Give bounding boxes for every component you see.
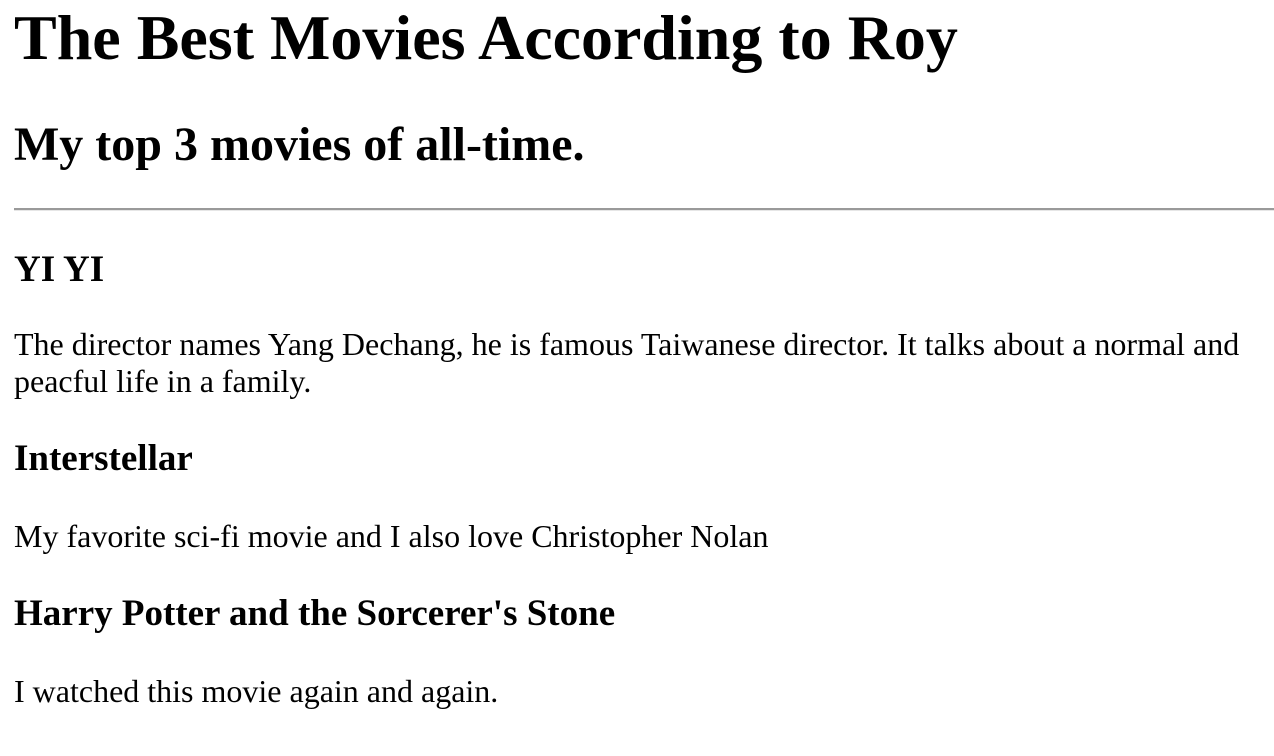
movie-description-harry-potter: I watched this movie again and again. [14,672,499,709]
page-title: The Best Movies According to Roy [14,2,958,73]
movie-description-yi-yi: The director names Yang Dechang, he is f… [14,326,1240,400]
movie-list: YI YI The director names Yang Dechang, h… [14,249,1274,710]
page-subtitle: My top 3 movies of all-time. [14,117,585,171]
divider [14,207,1274,211]
movie-description-interstellar: My favorite sci-fi movie and I also love… [14,517,769,554]
movie-title-harry-potter: Harry Potter and the Sorcerer's Stone [14,592,616,634]
movie-title-interstellar: Interstellar [14,438,193,480]
movie-title-yi-yi: YI YI [14,248,105,290]
